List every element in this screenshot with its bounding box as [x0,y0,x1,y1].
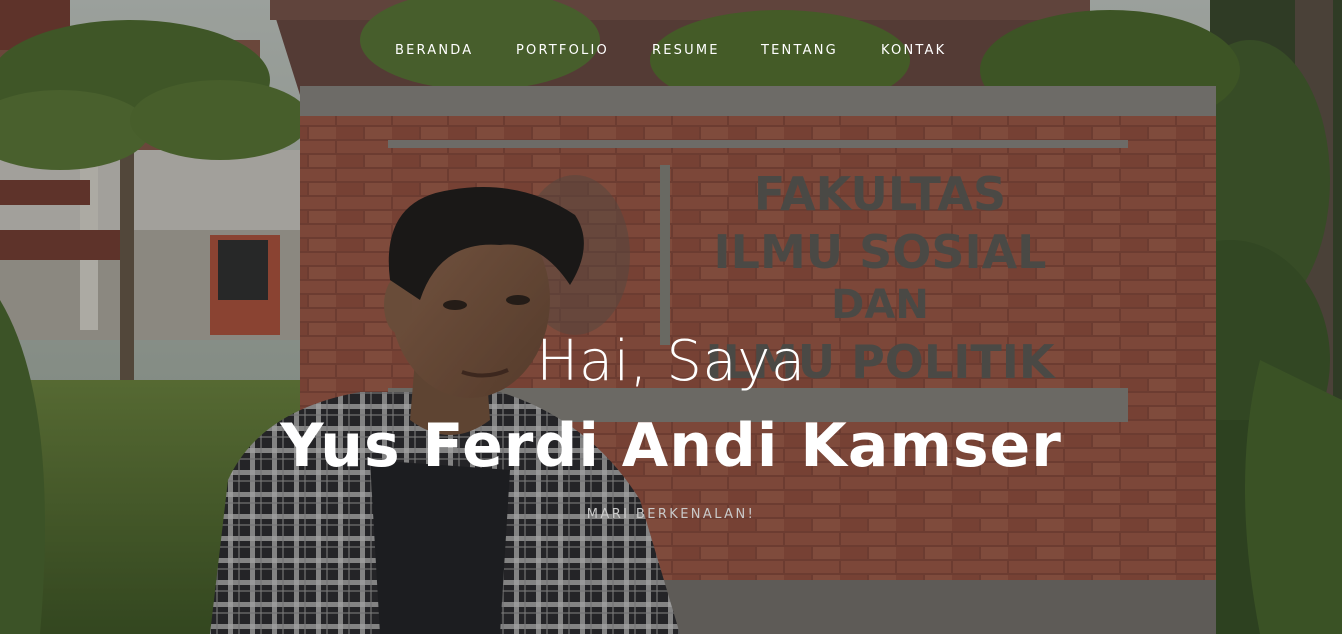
nav-link-resume[interactable]: RESUME [652,43,720,58]
nav-link-portfolio[interactable]: PORTFOLIO [516,43,609,58]
nav-link-kontak[interactable]: KONTAK [881,43,946,58]
nav-link-beranda[interactable]: BERANDA [395,43,473,58]
nav-link-tentang[interactable]: TENTANG [761,43,838,58]
hero-name: Yus Ferdi Andi Kamser [280,411,1062,481]
hero-section: FAKULTAS ILMU SOSIAL DAN ILMU POLITIK BE… [0,0,1342,634]
hero-greeting: Hai, Saya [536,329,806,394]
top-navigation: BERANDA PORTFOLIO RESUME TENTANG KONTAK [0,0,1342,100]
hero-tagline: MARI BERKENALAN! [586,507,756,522]
